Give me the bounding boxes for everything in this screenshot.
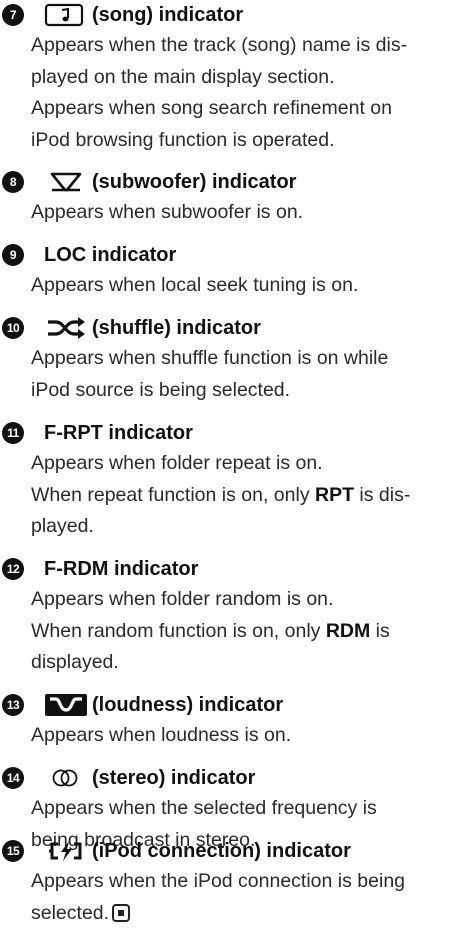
entry-number: 7 <box>2 4 24 26</box>
entry-number: 9 <box>2 244 24 266</box>
indicator-entry-song: 7 (song) indicator Appears when the trac… <box>0 0 452 156</box>
entry-title: (shuffle) indicator <box>92 317 261 339</box>
description-line: displayed. <box>31 651 119 673</box>
entry-number: 15 <box>2 840 24 862</box>
description-line: Appears when folder random is on. <box>31 588 334 610</box>
entry-number: 10 <box>2 317 24 339</box>
entry-heading: 14 (stereo) indicator <box>0 763 452 793</box>
entry-number: 12 <box>2 558 24 580</box>
description-line: played on the main display section. <box>31 65 335 88</box>
description-line: iPod browsing function is operated. <box>31 128 335 151</box>
entry-number: 8 <box>2 171 24 193</box>
indicator-entry-f-rpt: 11 F-RPT indicator Appears when folder r… <box>0 418 452 543</box>
entry-description: Appears when folder random is on. When r… <box>31 584 452 679</box>
description-line: Appears when song search refinement on <box>31 97 392 119</box>
description-line: Appears when the track (song) name is di… <box>31 34 408 56</box>
entry-number: 11 <box>2 422 24 444</box>
entry-heading: 10 (shuffle) indicator <box>0 313 452 343</box>
entry-description: Appears when folder repeat is on. When r… <box>31 448 452 543</box>
entry-description: Appears when shuffle function is on whil… <box>31 343 452 406</box>
song-note-icon <box>44 3 84 36</box>
description-line: When random function is on, only RDM is <box>31 619 390 642</box>
entry-description: Appears when local seek tuning is on. <box>31 270 452 302</box>
entry-description: Appears when loudness is on. <box>31 720 452 752</box>
indicator-entry-subwoofer: 8 (subwoofer) indicator Appears when sub… <box>0 167 452 229</box>
description-line: selected. <box>31 898 452 930</box>
description-line: Appears when loudness is on. <box>31 724 292 746</box>
description-text: selected. <box>31 901 110 924</box>
manual-page: 7 (song) indicator Appears when the trac… <box>0 0 452 940</box>
entry-title: (subwoofer) indicator <box>92 171 297 193</box>
shuffle-icon <box>46 316 86 349</box>
entry-heading: 12 F-RDM indicator <box>0 554 452 584</box>
entry-heading: 9 LOC indicator <box>0 240 452 270</box>
description-line: When repeat function is on, only RPT is … <box>31 483 411 506</box>
description-line: Appears when folder repeat is on. <box>31 452 323 474</box>
entry-title: (stereo) indicator <box>92 767 256 789</box>
entry-description: Appears when the iPod connection is bein… <box>31 866 452 929</box>
description-line: Appears when the selected frequency is <box>31 797 377 819</box>
bold-term: RPT <box>315 483 354 506</box>
entry-title: F-RPT indicator <box>44 422 193 444</box>
description-line: Appears when the iPod connection is bein… <box>31 870 406 892</box>
indicator-entry-ipod-connection: 15 (iPod connection) indicator Appears w… <box>0 836 452 929</box>
entry-heading: 7 (song) indicator <box>0 0 452 30</box>
entry-title: (iPod connection) indicator <box>92 840 351 862</box>
description-line: iPod source is being selected. <box>31 378 291 401</box>
entry-description: Appears when subwoofer is on. <box>31 197 452 229</box>
indicator-entry-loudness: 13 (loudness) indicator Appears when lou… <box>0 690 452 752</box>
entry-heading: 13 (loudness) indicator <box>0 690 452 720</box>
entry-number: 14 <box>2 767 24 789</box>
entry-description: Appears when the track (song) name is di… <box>31 30 452 156</box>
entry-heading: 15 (iPod connection) indicator <box>0 836 452 866</box>
entry-title: LOC indicator <box>44 244 177 266</box>
description-line: Appears when subwoofer is on. <box>31 201 304 223</box>
end-of-section-icon <box>112 903 131 922</box>
indicator-entry-shuffle: 10 (shuffle) indicator Appears when shuf… <box>0 313 452 406</box>
entry-title: (loudness) indicator <box>92 694 284 716</box>
entry-title: F-RDM indicator <box>44 558 199 580</box>
loudness-icon <box>44 693 88 726</box>
ipod-connection-icon <box>46 839 86 872</box>
description-line: Appears when local seek tuning is on. <box>31 274 359 296</box>
description-line: Appears when shuffle function is on whil… <box>31 347 389 369</box>
bold-term: RDM <box>325 619 371 642</box>
stereo-icon <box>48 766 84 799</box>
entry-heading: 8 (subwoofer) indicator <box>0 167 452 197</box>
indicator-entry-f-rdm: 12 F-RDM indicator Appears when folder r… <box>0 554 452 679</box>
description-line: played. <box>31 515 94 537</box>
subwoofer-icon <box>48 170 84 203</box>
indicator-entry-loc: 9 LOC indicator Appears when local seek … <box>0 240 452 302</box>
entry-title: (song) indicator <box>92 4 244 26</box>
entry-heading: 11 F-RPT indicator <box>0 418 452 448</box>
entry-number: 13 <box>2 694 24 716</box>
